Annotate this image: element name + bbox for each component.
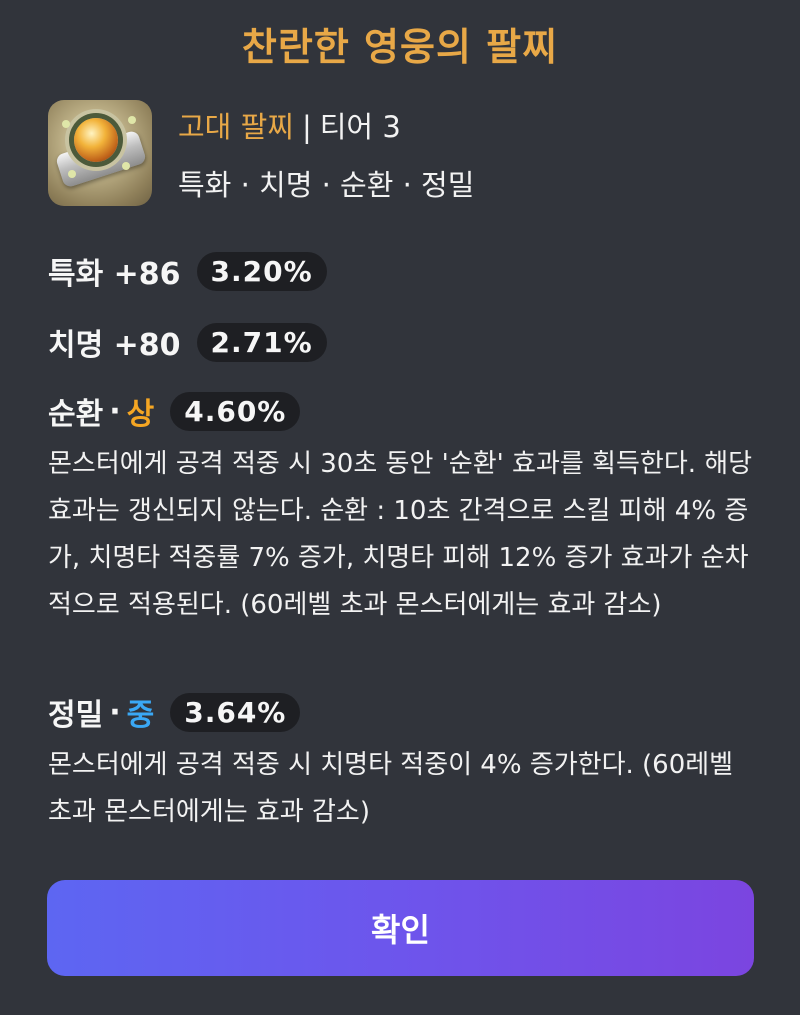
- stat-label: 치명 +80: [48, 328, 181, 363]
- effect-dot: ·: [109, 393, 121, 429]
- stat-percent-badge: 3.20%: [196, 251, 327, 291]
- stat-label: 특화 +86: [48, 257, 181, 292]
- effect-row-precision: 정밀 · 중 3.64%: [48, 690, 301, 734]
- stat-row-crit: 치명 +80 2.71%: [48, 320, 327, 364]
- bracelet-icon: [48, 100, 152, 206]
- item-tier: 티어 3: [319, 110, 401, 144]
- effect-row-cycle: 순환 · 상 4.60%: [48, 389, 301, 433]
- dialog-title: 찬란한 영웅의 팔찌: [241, 25, 559, 69]
- stat-row-specialization: 특화 +86 3.20%: [48, 249, 327, 293]
- item-stats-summary: 특화 · 치명 · 순환 · 정밀: [178, 168, 475, 202]
- confirm-button[interactable]: 확인: [47, 880, 754, 976]
- item-detail-dialog: 찬란한 영웅의 팔찌 고대 팔찌 | 티어 3 특화 · 치명 · 순환 · 정밀 …: [0, 0, 800, 1015]
- item-name: 고대 팔찌: [178, 110, 294, 144]
- effect-name: 정밀: [48, 698, 104, 733]
- stat-percent-badge: 2.71%: [196, 322, 327, 362]
- effect-percent-badge: 4.60%: [170, 391, 301, 431]
- effect-percent-badge: 3.64%: [170, 692, 301, 732]
- effect-grade: 중: [126, 698, 155, 733]
- effect-grade: 상: [126, 397, 155, 432]
- effect-name: 순환: [48, 397, 104, 432]
- item-header: 고대 팔찌 | 티어 3 특화 · 치명 · 순환 · 정밀: [48, 100, 748, 206]
- effect-description: 몬스터에게 공격 적중 시 30초 동안 '순환' 효과를 획득한다. 해당 효…: [48, 449, 753, 620]
- item-separator: |: [301, 110, 312, 144]
- item-name-line: 고대 팔찌 | 티어 3: [178, 104, 401, 146]
- effect-description: 몬스터에게 공격 적중 시 치명타 적중이 4% 증가한다. (60레벨 초과 …: [48, 750, 734, 827]
- effect-dot: ·: [109, 694, 121, 730]
